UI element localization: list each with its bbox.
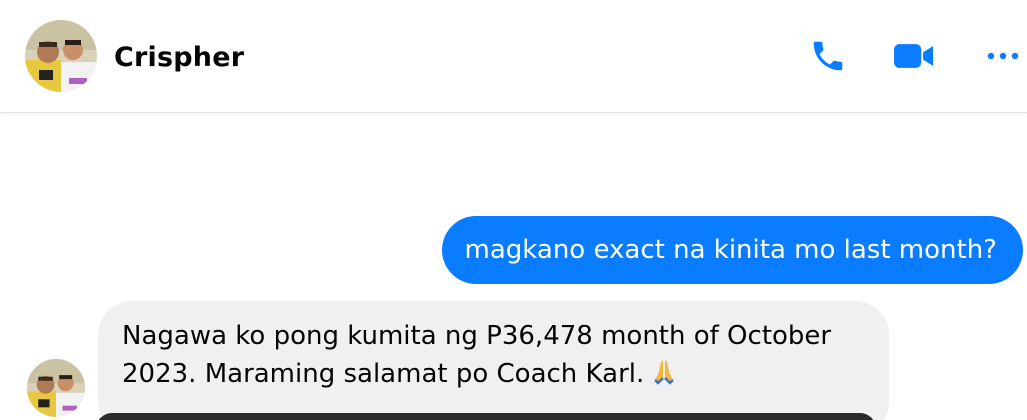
contact-avatar[interactable] (25, 20, 97, 92)
more-options-icon (987, 52, 1019, 60)
avatar-photo (25, 20, 97, 92)
avatar-photo (27, 359, 85, 417)
message-text: magkano exact na kinita mo last month? (464, 235, 997, 265)
phone-icon (813, 41, 843, 71)
contact-name[interactable]: Crispher (114, 41, 244, 75)
voice-call-button[interactable] (808, 36, 848, 76)
more-options-button[interactable] (983, 36, 1023, 76)
chat-header: Crispher (0, 0, 1027, 113)
video-call-button[interactable] (894, 36, 934, 76)
incoming-message-bubble[interactable]: Nagawa ko pong kumita ng P36,478 month o… (98, 301, 889, 420)
messenger-chat-window: Crispher magkano exact na kinita mo last… (0, 0, 1027, 420)
outgoing-message-bubble[interactable]: magkano exact na kinita mo last month? (441, 216, 1023, 284)
video-camera-icon (894, 44, 934, 68)
message-text: Nagawa ko pong kumita ng P36,478 month o… (122, 321, 832, 389)
next-message-bubble (96, 413, 876, 420)
sender-avatar[interactable] (27, 359, 85, 417)
folded-hands-emoji (650, 357, 678, 396)
message-list: magkano exact na kinita mo last month? N… (0, 113, 1027, 420)
